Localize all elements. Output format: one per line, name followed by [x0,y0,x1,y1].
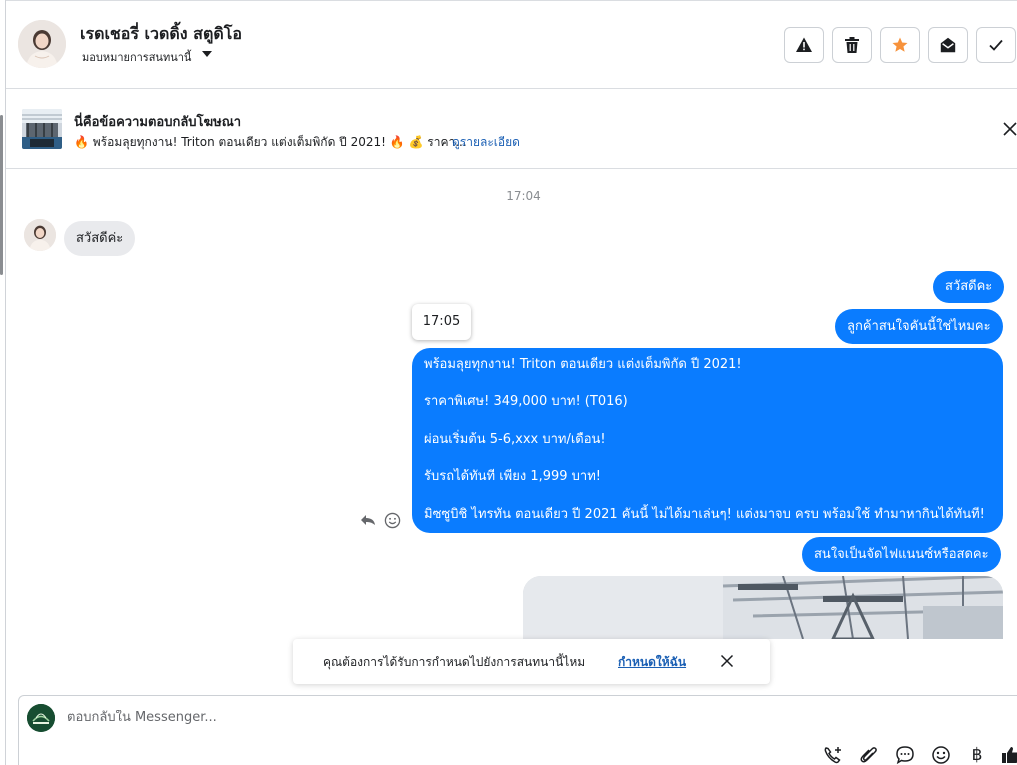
checkmark-icon [989,39,1003,51]
star-icon [892,37,908,52]
delete-button[interactable] [832,27,872,63]
mark-unread-icon [940,37,956,53]
outgoing-message-long[interactable]: พร้อมลุยทุกงาน! Triton ตอนเดียว แต่งเต็ม… [412,348,1003,533]
star-button[interactable] [880,27,920,63]
message-line: รับรถได้ทันที เพียง 1,999 บาท! [424,469,602,484]
chat-bubble-icon [896,746,914,765]
report-icon [796,37,812,52]
ad-description: 🔥 พร้อมลุยทุกงาน! Triton ตอนเดียว แต่งเต… [74,135,467,149]
toast-text: คุณต้องการได้รับการกำหนดไปยังการสนทนานี้… [323,655,586,669]
message-time-tooltip: 17:05 [412,304,471,340]
assign-to-me-link[interactable]: กำหนดให้ฉัน [618,653,686,672]
ad-thumbnail[interactable] [22,109,62,149]
ad-reply-banner: นี่คือข้อความตอบกลับโฆษณา 🔥 พร้อมลุยทุกง… [6,89,1017,169]
outgoing-message[interactable]: สนใจเป็นจัดไฟแนนซ์หรือสดคะ [802,537,1001,572]
assign-suggestion-toast: คุณต้องการได้รับการกำหนดไปยังการสนทนานี้… [293,639,770,684]
message-photo[interactable] [523,576,1003,639]
message-line: ราคาพิเศษ! 349,000 บาท! (T016) [424,394,628,409]
ad-title: นี่คือข้อความตอบกลับโฆษณา [74,115,242,130]
mark-done-button[interactable] [976,27,1016,63]
page-avatar [27,704,55,732]
reply-input[interactable] [67,710,667,725]
emoji-icon [932,746,950,764]
outgoing-message[interactable]: สวัสดีคะ [933,271,1005,303]
incoming-message[interactable]: สวัสดีค่ะ [64,221,136,256]
outgoing-message[interactable]: ลูกค้าสนใจคันนี้ใช่ไหมคะ [835,309,1003,344]
contact-name[interactable]: เรดเชอรี่ เวดดิ้ง สตูดิโอ [80,22,242,47]
message-composer: ฿ [18,695,1017,765]
message-line: ผ่อนเริ่มต้น 5-6,xxx บาท/เดือน! [424,431,606,447]
thumbs-up-icon [1002,747,1017,763]
close-icon[interactable] [1002,121,1017,137]
paperclip-icon [860,747,877,763]
add-call-icon [824,747,841,764]
assign-conversation-label[interactable]: มอบหมายการสนทนานี้ [82,48,191,66]
chevron-down-icon[interactable] [202,51,212,57]
conversation-header: เรดเชอรี่ เวดดิ้ง สตูดิโอ มอบหมายการสนทน… [6,1,1017,89]
call-button[interactable] [822,744,844,765]
reply-icon[interactable] [360,512,376,528]
payment-button[interactable]: ฿ [966,744,988,765]
emoji-button[interactable] [930,744,952,765]
mark-unread-button[interactable] [928,27,968,63]
attach-button[interactable] [858,744,880,765]
report-button[interactable] [784,27,824,63]
trash-icon [845,37,859,53]
saved-replies-button[interactable] [894,744,916,765]
message-timestamp: 17:04 [506,189,541,203]
react-emoji-icon[interactable] [384,512,401,529]
message-line: พร้อมลุยทุกงาน! Triton ตอนเดียว แต่งเต็ม… [424,357,742,372]
close-icon[interactable] [720,654,734,668]
contact-avatar-small[interactable] [24,219,56,251]
ad-details-link[interactable]: ดูรายละเอียด [452,133,520,152]
like-button[interactable] [1000,744,1017,765]
contact-avatar[interactable] [18,20,66,68]
